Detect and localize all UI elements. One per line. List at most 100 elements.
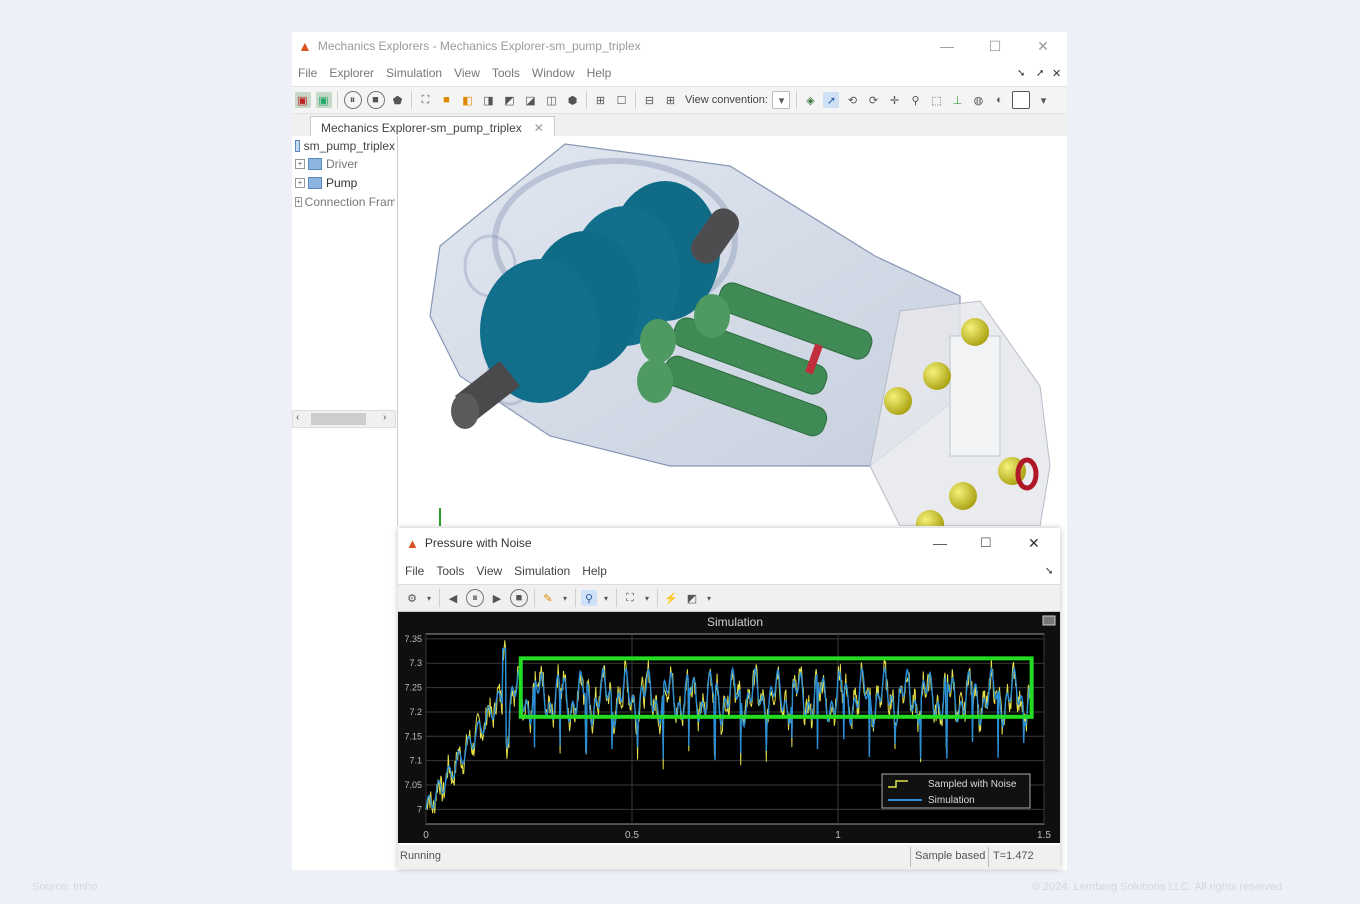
- triggers-icon[interactable]: ⚡: [663, 590, 679, 606]
- menu-tools[interactable]: Tools: [492, 66, 520, 80]
- scope-menu-file[interactable]: File: [405, 564, 424, 578]
- settings-gear-icon[interactable]: ⚙: [404, 590, 420, 606]
- menu-window[interactable]: Window: [532, 66, 575, 80]
- y-tick-label: 7.15: [404, 731, 422, 741]
- x-tick-label: 1: [835, 830, 841, 841]
- zoom-box-icon[interactable]: ⬚: [928, 92, 944, 108]
- globe-icon[interactable]: ◍: [970, 92, 986, 108]
- matlab-logo-icon: ▲: [298, 38, 312, 54]
- dock-arrow-icon[interactable]: ➘: [1017, 68, 1025, 79]
- status-sample-mode: Sample based: [915, 850, 986, 862]
- stop-icon[interactable]: ■: [510, 589, 528, 607]
- tree-item-driver[interactable]: + Driver: [295, 157, 358, 171]
- expand-icon[interactable]: +: [295, 197, 302, 207]
- pressure-chart: Simulation 0 0.5 1 1.5 7.35 7.3 7.25 7.2 7.15 7.1 7…: [404, 615, 1056, 841]
- tab-close-icon[interactable]: ✕: [534, 121, 544, 135]
- 3d-viewport[interactable]: [400, 136, 1067, 526]
- chart-title: Simulation: [707, 615, 763, 629]
- right-view-icon[interactable]: ◩: [502, 92, 518, 108]
- footer-source: Source: Imho: [32, 881, 98, 893]
- highlight-dropdown[interactable]: ▾: [561, 590, 569, 606]
- bottom-view-icon[interactable]: ◫: [544, 92, 560, 108]
- expand-icon[interactable]: +: [295, 178, 305, 188]
- zoom-dropdown[interactable]: ▾: [602, 590, 610, 606]
- scope-dock-icon[interactable]: ➘: [1045, 566, 1053, 577]
- plot-undock-icon[interactable]: [1042, 615, 1056, 626]
- autoscale-dropdown[interactable]: ▾: [643, 590, 651, 606]
- y-tick-label: 7.05: [404, 780, 422, 790]
- back-view-icon[interactable]: ◧: [460, 92, 476, 108]
- tree-item-connection-frames[interactable]: + Connection Frames: [295, 195, 395, 209]
- scroll-thumb[interactable]: [311, 413, 366, 425]
- single-view-icon[interactable]: ☐: [614, 92, 630, 108]
- scope-minimize-button[interactable]: —: [933, 535, 947, 551]
- scope-plot-area[interactable]: Simulation 0 0.5 1 1.5 7.35 7.3 7.25 7.2 7.15 7.1 7…: [398, 612, 1060, 843]
- menu-help[interactable]: Help: [587, 66, 612, 80]
- measurements-dropdown[interactable]: ▾: [705, 590, 713, 606]
- tree-item-root[interactable]: sm_pump_triplex: [295, 139, 395, 153]
- pause-icon[interactable]: ⏸: [466, 589, 484, 607]
- split-horizontal-icon[interactable]: ⊟: [642, 92, 658, 108]
- close-doc-icon[interactable]: ✕: [1052, 67, 1061, 80]
- highlight-icon[interactable]: ✎: [540, 590, 556, 606]
- zoom-icon[interactable]: ⚲: [907, 92, 923, 108]
- menu-file[interactable]: File: [298, 66, 317, 80]
- rotate-icon[interactable]: ⟲: [844, 92, 860, 108]
- zoom-in-icon[interactable]: ⚲: [581, 590, 597, 606]
- left-view-icon[interactable]: ◨: [481, 92, 497, 108]
- view-convention-dropdown[interactable]: ▾: [772, 91, 791, 109]
- y-tick-label: 7.2: [409, 707, 422, 717]
- x-tick-label: 0: [423, 830, 429, 841]
- model-icon[interactable]: ▣: [294, 92, 311, 108]
- step-back-icon[interactable]: ◀: [445, 590, 461, 606]
- scope-menu-view[interactable]: View: [476, 564, 502, 578]
- tree-item-pump[interactable]: + Pump: [295, 176, 357, 190]
- maximize-button[interactable]: ☐: [972, 32, 1018, 60]
- y-tick-label: 7.25: [404, 683, 422, 693]
- pause-icon[interactable]: ⏸: [343, 91, 362, 109]
- scroll-left-icon[interactable]: ‹: [296, 412, 299, 423]
- expand-icon[interactable]: +: [295, 159, 305, 169]
- close-button[interactable]: ✕: [1020, 32, 1066, 60]
- record-icon[interactable]: ⬟: [390, 92, 406, 108]
- menu-bar: File Explorer Simulation View Tools Wind…: [292, 60, 1067, 86]
- autoscale-icon[interactable]: ⛶: [622, 590, 638, 606]
- scope-menu-simulation[interactable]: Simulation: [514, 564, 570, 578]
- front-view-icon[interactable]: ■: [439, 92, 455, 108]
- background-icon[interactable]: [1012, 91, 1031, 109]
- fit-view-icon[interactable]: ⛶: [418, 92, 434, 108]
- minimize-button[interactable]: —: [924, 32, 970, 60]
- background-dropdown[interactable]: ▾: [1035, 92, 1051, 108]
- split-view-icon[interactable]: ⊞: [593, 92, 609, 108]
- tree-horizontal-scrollbar[interactable]: ‹ ›: [292, 410, 396, 428]
- menu-simulation[interactable]: Simulation: [386, 66, 442, 80]
- scope-close-button[interactable]: ✕: [1028, 535, 1040, 552]
- stop-icon[interactable]: ■: [366, 91, 385, 109]
- pump-3d-model: [429, 143, 1051, 526]
- frames-icon[interactable]: ⊥: [949, 92, 965, 108]
- top-view-icon[interactable]: ◪: [523, 92, 539, 108]
- pan-icon[interactable]: ✛: [886, 92, 902, 108]
- model-tree: sm_pump_triplex + Driver + Pump + Connec…: [292, 136, 398, 526]
- settings-dropdown[interactable]: ▾: [425, 590, 433, 606]
- split-vertical-icon[interactable]: ⊞: [663, 92, 679, 108]
- lighting-icon[interactable]: ◐: [991, 92, 1007, 108]
- scope-window: ▲ Pressure with Noise — ☐ ✕ File Tools V…: [398, 528, 1060, 869]
- scope-menu-help[interactable]: Help: [582, 564, 607, 578]
- roll-icon[interactable]: ⟳: [865, 92, 881, 108]
- scroll-right-icon[interactable]: ›: [383, 412, 386, 423]
- step-forward-icon[interactable]: ▶: [489, 590, 505, 606]
- undock-icon[interactable]: ➚: [1036, 68, 1044, 79]
- model-refresh-icon[interactable]: ▣: [315, 92, 332, 108]
- menu-view[interactable]: View: [454, 66, 480, 80]
- render-icon[interactable]: ◈: [802, 92, 818, 108]
- y-tick-label: 7.1: [409, 756, 422, 766]
- measurements-icon[interactable]: ◩: [684, 590, 700, 606]
- scope-maximize-button[interactable]: ☐: [980, 535, 992, 551]
- legend-label-simulation: Simulation: [928, 795, 975, 806]
- scope-menu-tools[interactable]: Tools: [436, 564, 464, 578]
- iso-view-icon[interactable]: ⬢: [565, 92, 581, 108]
- select-pointer-icon[interactable]: ➚: [823, 92, 840, 108]
- menu-explorer[interactable]: Explorer: [329, 66, 374, 80]
- scope-toolbar: ⚙ ▾ ◀ ⏸ ▶ ■ ✎ ▾ ⚲ ▾ ⛶ ▾ ⚡ ◩ ▾: [398, 584, 1060, 612]
